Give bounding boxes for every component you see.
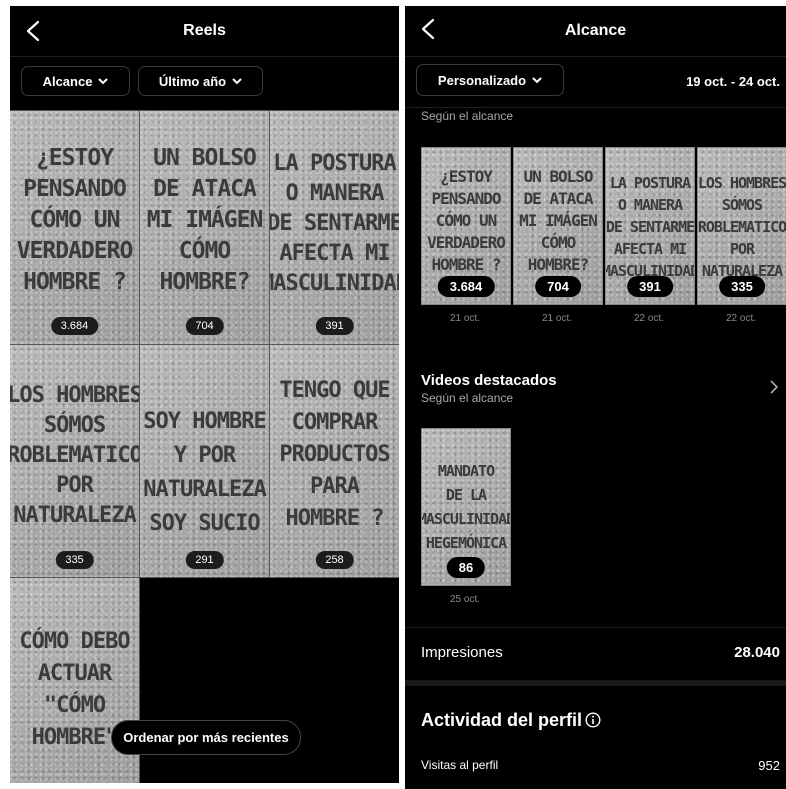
info-icon[interactable] [585, 712, 601, 728]
featured-videos-header[interactable]: Videos destacados Según el alcance [421, 372, 786, 406]
reel-cover-text: UN BOLSO DE ATACA MI IMÁGEN CÓMO HOMBRE? [146, 145, 264, 295]
top-content-subtitle: Según el alcance [421, 109, 514, 123]
reel-cover-text: ¿ESTOY PENSANDO CÓMO UN VERDADERO HOMBRE… [427, 167, 506, 274]
chevron-right-icon [770, 380, 778, 394]
chevron-down-icon [98, 77, 109, 84]
reel-cover-text: LA POSTURA O MANERA DE SENTARME AFECTA M… [605, 174, 695, 280]
page-title: Alcance [564, 22, 627, 39]
reach-screen: Alcance Personalizado 19 oct. - 24 oct. … [405, 6, 786, 789]
reel-view-count: 704 [535, 276, 581, 297]
reel-tile[interactable]: LOS HOMBRES SÓMOS PROBLEMATICOS POR NATU… [10, 344, 140, 578]
reel-view-count: 335 [55, 551, 94, 569]
reel-view-count: 291 [185, 551, 224, 569]
profile-activity-title: Actividad del perfil [421, 710, 583, 730]
reel-view-count: 391 [627, 276, 673, 297]
filter-period-label: Último año [158, 73, 227, 89]
reel-cover-text: UN BOLSO DE ATACA MI IMÁGEN CÓMO HOMBRE? [519, 167, 598, 274]
sort-by-recent-button[interactable]: Ordenar por más recientes [111, 720, 301, 755]
profile-visits-value: 952 [758, 758, 780, 773]
reel-cover-text: LOS HOMBRES SÓMOS PROBLEMATICOS POR NATU… [697, 174, 786, 280]
filter-metric-label: Alcance [42, 73, 93, 89]
top-reel-thumb[interactable]: LOS HOMBRES SÓMOS PROBLEMATICOS POR NATU… [697, 147, 786, 305]
reel-tile[interactable]: TENGO QUE COMPRAR PRODUCTOS PARA HOMBRE … [269, 344, 399, 578]
date-range: 19 oct. - 24 oct. [686, 74, 780, 89]
video-view-count: 86 [446, 557, 486, 578]
reels-screen: Reels Alcance Último año ¿ESTOY PENSANDO… [10, 6, 399, 783]
section-separator [405, 680, 786, 686]
top-reel-thumb[interactable]: ¿ESTOY PENSANDO CÓMO UN VERDADERO HOMBRE… [421, 147, 511, 305]
impressions-value: 28.040 [734, 644, 780, 661]
impressions-label: Impresiones [421, 644, 503, 661]
divider [405, 107, 786, 108]
reel-tile[interactable]: UN BOLSO DE ATACA MI IMÁGEN CÓMO HOMBRE?… [139, 110, 270, 345]
reel-date: 22 oct. [725, 313, 757, 324]
reel-tile[interactable]: SOY HOMBRE Y POR NATURALEZA SOY SUCIO 29… [139, 344, 270, 578]
reel-tile[interactable]: LA POSTURA O MANERA DE SENTARME AFECTA M… [269, 110, 399, 345]
date-filter-dropdown[interactable]: Personalizado [416, 64, 564, 96]
chevron-down-icon [532, 76, 542, 83]
featured-video-thumb[interactable]: MANDATO DE LA MASCULINIDAD HEGEMÓNICA 86 [421, 428, 511, 586]
page-title: Reels [183, 22, 226, 39]
featured-videos-title: Videos destacados [421, 372, 557, 389]
reels-header: Reels [10, 6, 399, 57]
reel-cover-text: LA POSTURA O MANERA DE SENTARME AFECTA M… [270, 151, 399, 296]
reel-view-count: 3.684 [437, 276, 495, 297]
reach-header: Alcance [405, 6, 786, 57]
reel-view-count: 391 [315, 317, 354, 335]
reel-cover-text: TENGO QUE COMPRAR PRODUCTOS PARA HOMBRE … [279, 378, 390, 531]
top-reel-thumb[interactable]: LA POSTURA O MANERA DE SENTARME AFECTA M… [605, 147, 695, 305]
date-filter-label: Personalizado [437, 72, 527, 88]
reel-cover-text: LOS HOMBRES SÓMOS PROBLEMATICOS POR NATU… [10, 383, 139, 528]
reel-date: 21 oct. [449, 313, 481, 324]
filter-metric-dropdown[interactable]: Alcance [21, 66, 130, 96]
profile-visits-label: Visitas al perfil [421, 758, 499, 772]
reel-view-count: 258 [315, 551, 354, 569]
reel-cover-text: SOY HOMBRE Y POR NATURALEZA SOY SUCIO [143, 409, 266, 536]
reel-view-count: 3.684 [50, 317, 99, 335]
chevron-down-icon [232, 77, 242, 84]
reel-date: 21 oct. [541, 313, 573, 324]
reel-date: 22 oct. [633, 313, 665, 324]
filter-period-dropdown[interactable]: Último año [138, 66, 263, 96]
reel-view-count: 704 [185, 317, 224, 335]
reel-cover-text: ¿ESTOY PENSANDO CÓMO UN VERDADERO HOMBRE… [16, 145, 134, 295]
reel-tile[interactable]: ¿ESTOY PENSANDO CÓMO UN VERDADERO HOMBRE… [10, 110, 140, 345]
video-cover-text: MANDATO DE LA MASCULINIDAD HEGEMÓNICA [421, 462, 511, 552]
video-date: 25 oct. [449, 594, 481, 605]
reel-view-count: 335 [719, 276, 765, 297]
featured-videos-subtitle: Según el alcance [421, 391, 514, 405]
divider [405, 627, 786, 628]
top-reel-thumb[interactable]: UN BOLSO DE ATACA MI IMÁGEN CÓMO HOMBRE?… [513, 147, 603, 305]
